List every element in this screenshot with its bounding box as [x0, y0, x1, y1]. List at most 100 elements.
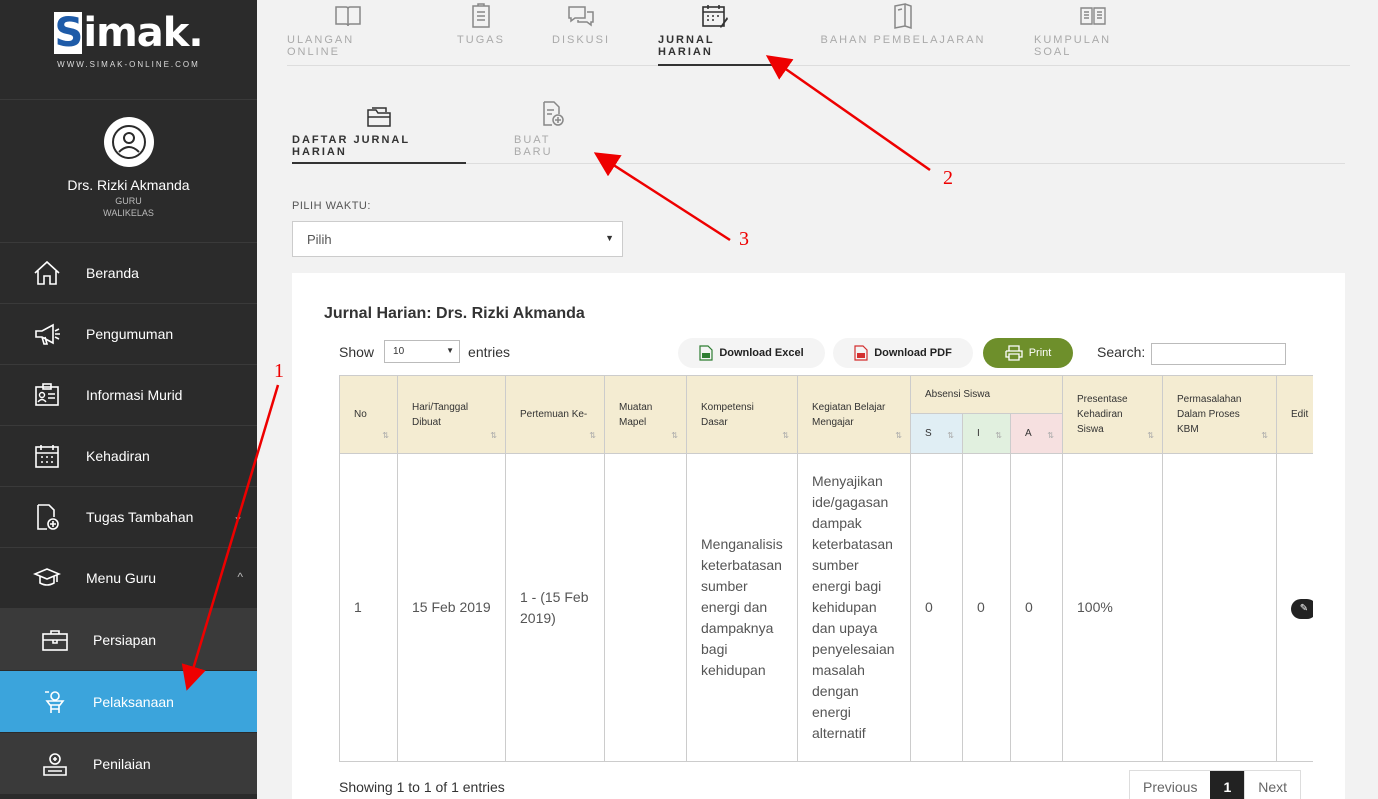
search-input[interactable] — [1151, 343, 1286, 365]
calendar-icon — [32, 441, 62, 471]
col-header-i[interactable]: I ⇅ — [962, 413, 1011, 454]
cell-competency: Menganalisis keterbatasan sumber energi … — [686, 453, 798, 762]
sidebar-item-kehadiran[interactable]: Kehadiran — [0, 426, 257, 487]
sort-icon: ⇅ — [671, 431, 678, 440]
tab-daftar-jurnal-harian[interactable]: DAFTAR JURNAL HARIAN — [292, 96, 466, 164]
download-excel-button[interactable]: Download Excel — [678, 338, 825, 368]
user-profile: Drs. Rizki Akmanda GURU WALIKELAS — [0, 100, 257, 243]
sidebar-item-pengumuman[interactable]: Pengumuman — [0, 304, 257, 365]
sort-icon: ⇅ — [782, 431, 789, 440]
col-header-date[interactable]: Hari/Tanggal Dibuat ⇅ — [397, 375, 506, 454]
previous-button[interactable]: Previous — [1130, 771, 1210, 799]
cell-edit: ✎ — [1276, 453, 1313, 762]
cell-meeting: 1 - (15 Feb 2019) — [505, 453, 605, 762]
cell-a: 0 — [1010, 453, 1063, 762]
top-tabs: ULANGAN ONLINE TUGAS DISKUSI JURNAL HARI… — [287, 0, 1350, 66]
pagination: Previous 1 Next — [1129, 770, 1302, 799]
col-header-issues[interactable]: Permasalahan Dalam Proses KBM ⇅ — [1162, 375, 1277, 454]
tab-diskusi[interactable]: DISKUSI — [552, 0, 610, 66]
sidebar-item-tugas-tambahan[interactable]: Tugas Tambahan ⌄ — [0, 487, 257, 548]
table-info: Showing 1 to 1 of 1 entries — [339, 779, 505, 795]
col-header-meeting[interactable]: Pertemuan Ke- ⇅ — [505, 375, 605, 454]
logo[interactable]: Simak. WWW.SIMAK-ONLINE.COM — [0, 0, 257, 100]
tab-ulangan-online[interactable]: ULANGAN ONLINE — [287, 0, 409, 66]
col-header-activity[interactable]: Kegiatan Belajar Mengajar ⇅ — [797, 375, 911, 454]
sidebar: Simak. WWW.SIMAK-ONLINE.COM Drs. Rizki A… — [0, 0, 257, 799]
clipboard-icon — [471, 0, 491, 32]
cell-no: 1 — [339, 453, 398, 762]
sidebar-item-label: Informasi Murid — [86, 387, 183, 403]
col-header-no[interactable]: No ⇅ — [339, 375, 398, 454]
page-button-current[interactable]: 1 — [1210, 771, 1245, 799]
journal-table: No ⇅ Hari/Tanggal Dibuat ⇅ Pertemuan Ke- ⇅ … — [339, 375, 1313, 765]
profile-name: Drs. Rizki Akmanda — [67, 177, 190, 193]
sidebar-item-label: Menu Guru — [86, 570, 157, 586]
folder-icon — [365, 96, 393, 132]
sidebar-item-informasi-murid[interactable]: Informasi Murid — [0, 365, 257, 426]
cell-issues — [1162, 453, 1277, 762]
sidebar-subitem-penilaian[interactable]: Penilaian — [0, 733, 257, 795]
grading-icon — [40, 749, 70, 779]
cell-i: 0 — [962, 453, 1011, 762]
profile-role: GURU — [115, 196, 142, 206]
col-header-a[interactable]: A ⇅ — [1010, 413, 1063, 454]
annotation-label-1: 1 — [274, 360, 284, 382]
cell-s: 0 — [910, 453, 963, 762]
cell-date: 15 Feb 2019 — [397, 453, 506, 762]
book-icon — [334, 0, 362, 32]
sub-tabs: DAFTAR JURNAL HARIAN BUAT BARU — [292, 96, 1345, 164]
graduation-cap-icon — [32, 563, 62, 593]
tab-buat-baru[interactable]: BUAT BARU — [514, 96, 592, 164]
sidebar-item-label: Pengumuman — [86, 326, 174, 342]
col-header-attendance: Absensi Siswa — [910, 375, 1063, 414]
annotation-label-2: 2 — [943, 167, 953, 189]
tab-bahan-pembelajaran[interactable]: BAHAN PEMBELAJARAN — [820, 0, 986, 66]
next-button[interactable]: Next — [1244, 771, 1300, 799]
cell-activity: Menyajikan ide/gagasan dampak keterbatas… — [797, 453, 911, 762]
tab-tugas[interactable]: TUGAS — [457, 0, 504, 66]
sidebar-subitem-pelaksanaan[interactable]: Pelaksanaan — [0, 671, 257, 733]
sidebar-item-menu-guru[interactable]: Menu Guru ^ — [0, 548, 257, 609]
file-add-icon — [540, 96, 566, 132]
col-header-percent[interactable]: Presentase Kehadiran Siswa ⇅ — [1062, 375, 1163, 454]
sort-icon: ⇅ — [589, 431, 596, 440]
sort-icon: ⇅ — [490, 431, 497, 440]
panel-title: Jurnal Harian: Drs. Rizki Akmanda — [324, 305, 585, 322]
show-label: Show — [339, 343, 375, 360]
sort-icon: ⇅ — [895, 431, 902, 440]
teacher-icon — [40, 687, 70, 717]
table-row: 1 15 Feb 2019 1 - (15 Feb 2019) Menganal… — [339, 453, 1313, 762]
sidebar-item-beranda[interactable]: Beranda — [0, 243, 257, 304]
filter-label: PILIH WAKTU: — [292, 200, 371, 212]
pdf-file-icon — [854, 345, 868, 361]
avatar[interactable] — [103, 117, 154, 167]
dropdown-caret-icon: ▼ — [446, 346, 455, 355]
megaphone-icon — [32, 319, 62, 349]
time-select[interactable]: Pilih ▼ — [292, 221, 623, 257]
print-button[interactable]: Print — [983, 338, 1073, 368]
sort-icon: ⇅ — [947, 431, 954, 440]
document-add-icon — [32, 502, 62, 532]
calendar-edit-icon — [701, 0, 729, 32]
tab-kumpulan-soal[interactable]: KUMPULAN SOAL — [1034, 0, 1152, 66]
sidebar-subitem-label: Pelaksanaan — [93, 693, 174, 710]
col-header-s[interactable]: S ⇅ — [910, 413, 963, 454]
edit-icon[interactable]: ✎ — [1291, 599, 1313, 619]
entries-label: entries — [468, 343, 511, 360]
download-pdf-button[interactable]: Download PDF — [833, 338, 973, 368]
journal-panel: Jurnal Harian: Drs. Rizki Akmanda Show 1… — [292, 273, 1345, 799]
chevron-down-icon[interactable]: ⌄ — [233, 509, 243, 523]
books-icon — [891, 0, 915, 32]
chevron-up-icon[interactable]: ^ — [237, 570, 243, 584]
tab-jurnal-harian[interactable]: JURNAL HARIAN — [658, 0, 772, 66]
col-header-edit: Edit — [1276, 375, 1313, 454]
col-header-subject[interactable]: Muatan Mapel ⇅ — [604, 375, 687, 454]
cell-subject — [604, 453, 687, 762]
annotation-label-3: 3 — [739, 228, 749, 250]
id-card-icon — [32, 380, 62, 410]
cell-percent: 100% — [1062, 453, 1163, 762]
col-header-competency[interactable]: Kompetensi Dasar ⇅ — [686, 375, 798, 454]
sidebar-subitem-persiapan[interactable]: Persiapan — [0, 609, 257, 671]
entries-select[interactable]: 10 ▼ — [384, 340, 461, 363]
user-icon — [111, 125, 146, 159]
